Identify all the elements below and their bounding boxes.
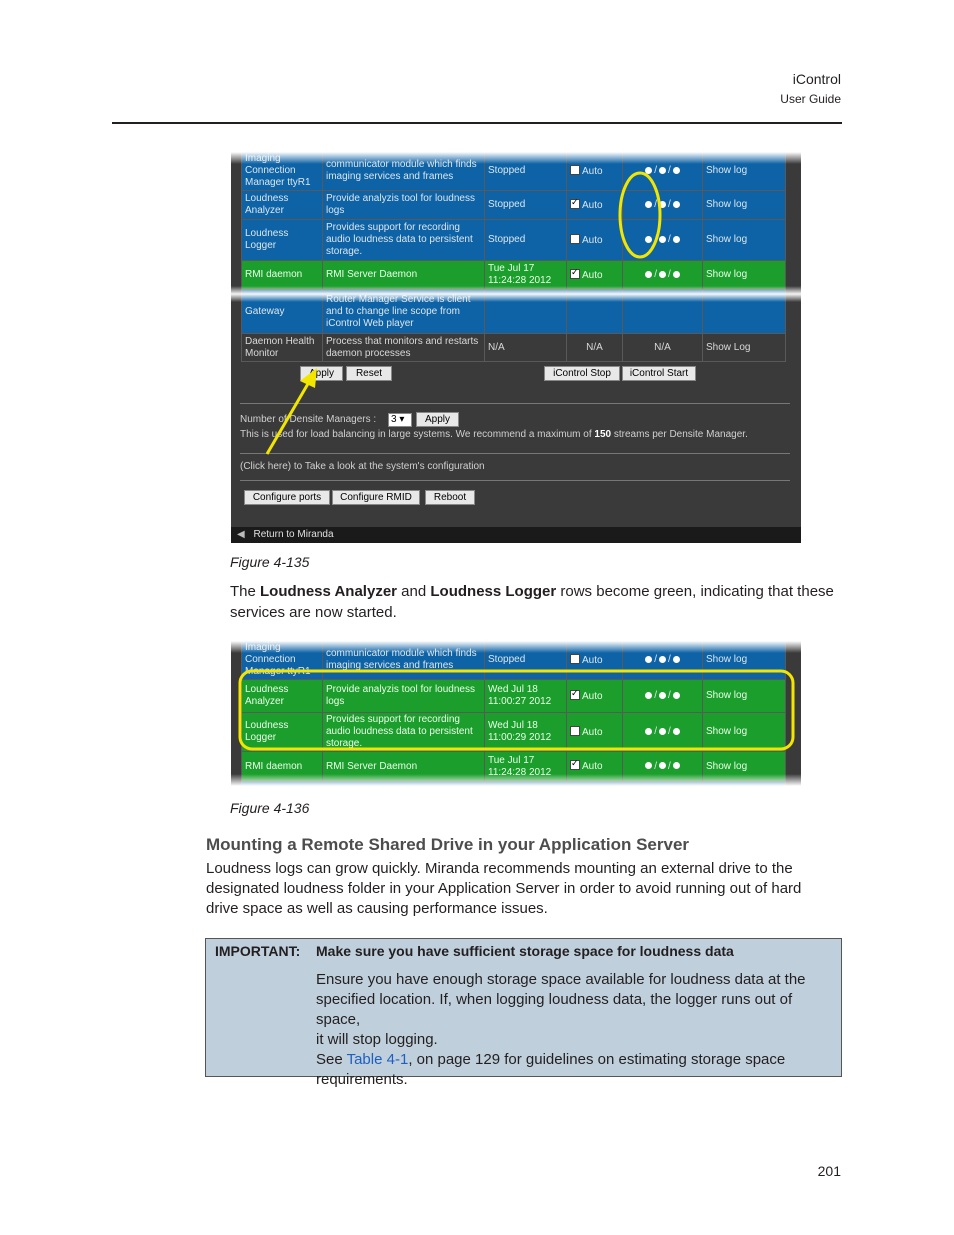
annotation-overlay: [238, 669, 795, 751]
highlight-ellipse: [618, 171, 662, 259]
annotation-overlay: [265, 171, 662, 455]
page-number: 201: [817, 1163, 841, 1179]
intro-mid: and: [397, 583, 431, 600]
figure-caption: Figure 4-136: [230, 800, 310, 816]
screenshot-figure-4-135: Imaging Connection Manager ttyR1 communic…: [231, 152, 801, 543]
note-see-before: See: [316, 1051, 347, 1068]
note-see-after: , on page 129 for guidelines on estimati…: [408, 1051, 786, 1068]
header-product: iControl: [792, 71, 841, 87]
annotation-arrow-line: [265, 381, 311, 455]
note-title: Make sure you have sufficient storage sp…: [316, 943, 734, 959]
important-note: IMPORTANT: Make sure you have sufficient…: [205, 938, 842, 1088]
intro-after: rows become green, indicating that these: [556, 583, 834, 600]
section-line-3: drive space as well as causing performan…: [206, 900, 548, 917]
intro-before: The: [230, 583, 261, 600]
section-line-2: designated loudness folder in your Appli…: [206, 880, 802, 897]
intro-bold-2: Loudness Logger: [430, 583, 557, 600]
note-line-3: it will stop logging.: [316, 1031, 438, 1048]
note-label: IMPORTANT:: [215, 943, 301, 959]
screenshot-figure-4-136: Imaging Connection Manager ttyR1 communic…: [231, 641, 801, 786]
intro-bold-1: Loudness Analyzer: [260, 583, 397, 600]
intro-line-1: The Loudness Analyzer and Loudness Logge…: [230, 582, 834, 602]
highlight-rectangle: [238, 669, 795, 751]
note-line-2: specified location. If, when logging lou…: [316, 991, 793, 1028]
header-rule: [112, 122, 842, 124]
figure-caption: Figure 4-135: [230, 554, 310, 570]
section-heading: Mounting a Remote Shared Drive in your A…: [206, 835, 690, 854]
note-body: Ensure you have enough storage space ava…: [316, 970, 836, 1090]
intro-line-2: services are now started.: [230, 604, 397, 621]
document-page: iControl User Guide Imaging Connection M…: [0, 0, 954, 1235]
header-doc: User Guide: [780, 92, 841, 106]
table-link[interactable]: Table 4-1: [347, 1051, 409, 1068]
note-see-line-2: requirements.: [316, 1071, 408, 1088]
note-line-1: Ensure you have enough storage space ava…: [316, 971, 806, 988]
section-line-1: Loudness logs can grow quickly. Miranda …: [206, 860, 793, 877]
note-see-line: See Table 4-1, on page 129 for guideline…: [316, 1050, 836, 1070]
